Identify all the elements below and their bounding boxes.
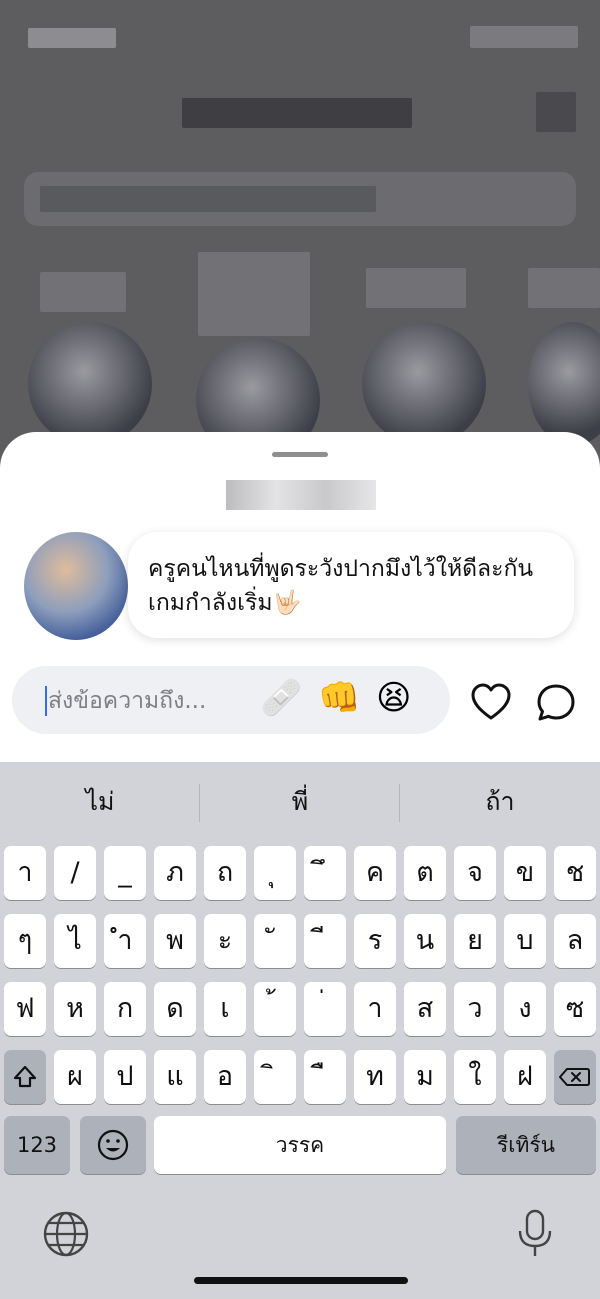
text-cursor	[45, 686, 47, 716]
key[interactable]: ุ	[254, 846, 296, 900]
key[interactable]: เ	[204, 982, 246, 1036]
key[interactable]: น	[404, 914, 446, 968]
quick-reaction-bandage[interactable]: 🩹	[260, 678, 302, 718]
space-key[interactable]: วรรค	[154, 1116, 446, 1174]
composer-placeholder: ส่งข้อความถึง...	[48, 688, 207, 714]
key[interactable]: จ	[454, 846, 496, 900]
key[interactable]: ำ	[104, 914, 146, 968]
note-pixelated	[198, 252, 310, 336]
key[interactable]: ห	[54, 982, 96, 1036]
key[interactable]: ก	[104, 982, 146, 1036]
suggestion-2[interactable]: พี่	[200, 762, 400, 842]
key[interactable]: ผ	[54, 1050, 96, 1104]
comment-icon[interactable]	[535, 682, 577, 722]
key[interactable]: ึ	[304, 846, 346, 900]
numbers-key[interactable]: 123	[4, 1116, 70, 1174]
message-text: ครูคนไหนที่พูดระวังปากมึงไว้ให้ดีละกัน เ…	[148, 556, 534, 616]
return-key[interactable]: รีเทิร์น	[456, 1116, 596, 1174]
key[interactable]: ฟ	[4, 982, 46, 1036]
key[interactable]: ภ	[154, 846, 196, 900]
key[interactable]: ป	[104, 1050, 146, 1104]
key[interactable]: ม	[404, 1050, 446, 1104]
key[interactable]: ต	[404, 846, 446, 900]
shift-key[interactable]	[4, 1050, 46, 1104]
key[interactable]: ฝ	[504, 1050, 546, 1104]
key[interactable]: ค	[354, 846, 396, 900]
key[interactable]: ั	[254, 914, 296, 968]
key[interactable]: ซ	[554, 982, 596, 1036]
sheet-grabber[interactable]	[272, 452, 328, 457]
status-bar-time-pixelated	[28, 28, 116, 48]
account-name-pixelated	[182, 98, 412, 128]
note-pixelated	[366, 268, 466, 308]
suggestion-1[interactable]: ไม่	[0, 762, 200, 842]
key[interactable]: บ	[504, 914, 546, 968]
home-indicator[interactable]	[194, 1277, 408, 1284]
heart-icon[interactable]	[470, 682, 512, 722]
key[interactable]: ี	[304, 914, 346, 968]
key[interactable]: แ	[154, 1050, 196, 1104]
key[interactable]: ้	[254, 982, 296, 1036]
suggestion-bar: ไม่ พี่ ถ้า	[0, 762, 600, 842]
key[interactable]: ช	[554, 846, 596, 900]
key[interactable]: ล	[554, 914, 596, 968]
key[interactable]: า	[4, 846, 46, 900]
quick-reaction-tired-face[interactable]: 😫	[376, 678, 411, 718]
background-app-dimmed	[0, 0, 600, 462]
status-bar-icons-pixelated	[470, 26, 578, 48]
key[interactable]: _	[104, 846, 146, 900]
microphone-icon[interactable]	[514, 1208, 556, 1260]
key[interactable]: ๆ	[4, 914, 46, 968]
suggestion-3[interactable]: ถ้า	[400, 762, 600, 842]
message-bubble: ครูคนไหนที่พูดระวังปากมึงไว้ให้ดีละกัน เ…	[128, 532, 574, 638]
globe-icon[interactable]	[42, 1210, 90, 1258]
key[interactable]: ว	[454, 982, 496, 1036]
key[interactable]: ย	[454, 914, 496, 968]
reply-sheet: ครูคนไหนที่พูดระวังปากมึงไว้ให้ดีละกัน เ…	[0, 432, 600, 772]
note-pixelated	[40, 272, 126, 312]
key[interactable]: /	[54, 846, 96, 900]
thai-keyboard: ไม่ พี่ ถ้า า / _ ภ ถ ุ ึ ค ต จ ข ช ๆ ไ …	[0, 762, 600, 1299]
search-text-pixelated	[40, 186, 376, 212]
key[interactable]: ิ	[254, 1050, 296, 1104]
key[interactable]: ไ	[54, 914, 96, 968]
emoji-key[interactable]	[80, 1116, 146, 1174]
menu-icon	[536, 92, 576, 132]
key[interactable]: ท	[354, 1050, 396, 1104]
key[interactable]: ร	[354, 914, 396, 968]
quick-reaction-fist[interactable]: 👊	[318, 678, 360, 718]
note-pixelated	[528, 268, 600, 308]
shift-arrow-icon	[13, 1065, 37, 1088]
key[interactable]: ง	[504, 982, 546, 1036]
key[interactable]: ่	[304, 982, 346, 1036]
key[interactable]: พ	[154, 914, 196, 968]
story-avatar-pixelated	[28, 322, 152, 446]
key[interactable]: ถ	[204, 846, 246, 900]
sheet-title-pixelated	[226, 480, 376, 510]
story-avatar-pixelated	[362, 322, 486, 446]
message-composer[interactable]: ส่งข้อความถึง... 🩹 👊 😫	[12, 666, 450, 734]
key[interactable]: ื	[304, 1050, 346, 1104]
emoji-icon	[97, 1129, 129, 1161]
backspace-icon	[559, 1068, 590, 1086]
key[interactable]: ใ	[454, 1050, 496, 1104]
avatar[interactable]	[24, 532, 128, 640]
key[interactable]: ส	[404, 982, 446, 1036]
key[interactable]: ข	[504, 846, 546, 900]
story-avatar-pixelated	[528, 322, 600, 446]
key[interactable]: ะ	[204, 914, 246, 968]
key[interactable]: า	[354, 982, 396, 1036]
delete-key[interactable]	[554, 1050, 596, 1104]
key[interactable]: อ	[204, 1050, 246, 1104]
key[interactable]: ด	[154, 982, 196, 1036]
